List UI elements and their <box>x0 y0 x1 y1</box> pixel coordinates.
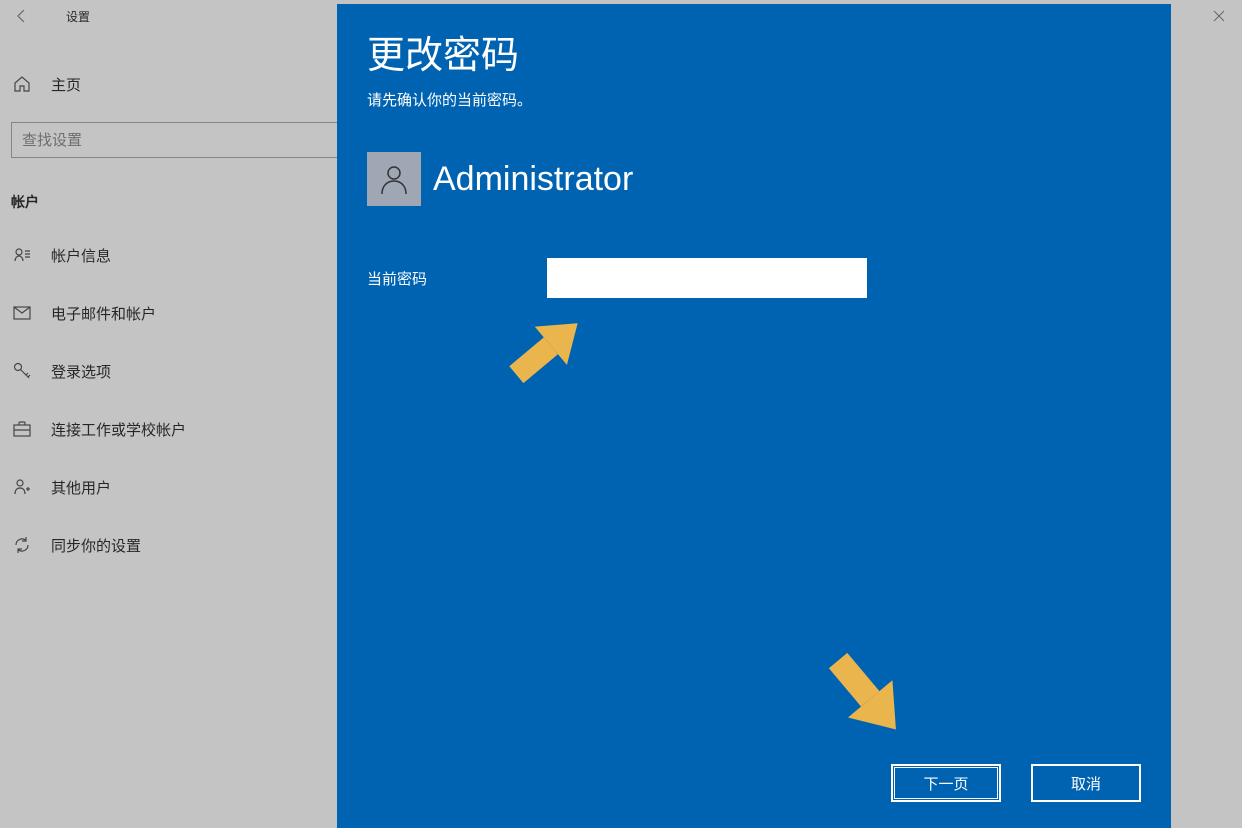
cancel-button[interactable]: 取消 <box>1031 764 1141 802</box>
annotation-arrow-2 <box>802 630 932 760</box>
settings-window: 设置 主页 帐户 帐户信息 电子邮件和帐户 <box>0 0 1242 828</box>
avatar <box>367 152 421 206</box>
dialog-button-row: 下一页 取消 <box>891 764 1141 802</box>
next-button[interactable]: 下一页 <box>891 764 1001 802</box>
current-password-input[interactable] <box>547 258 867 298</box>
change-password-dialog: 更改密码 请先确认你的当前密码。 Administrator 当前密码 下一页 … <box>337 4 1171 828</box>
person-icon <box>377 162 411 196</box>
dialog-title: 更改密码 <box>367 24 1141 79</box>
user-row: Administrator <box>367 152 1141 206</box>
current-password-label: 当前密码 <box>367 268 547 289</box>
user-name: Administrator <box>433 160 633 199</box>
password-field-row: 当前密码 <box>367 258 1141 298</box>
dialog-subtitle: 请先确认你的当前密码。 <box>367 89 1141 110</box>
